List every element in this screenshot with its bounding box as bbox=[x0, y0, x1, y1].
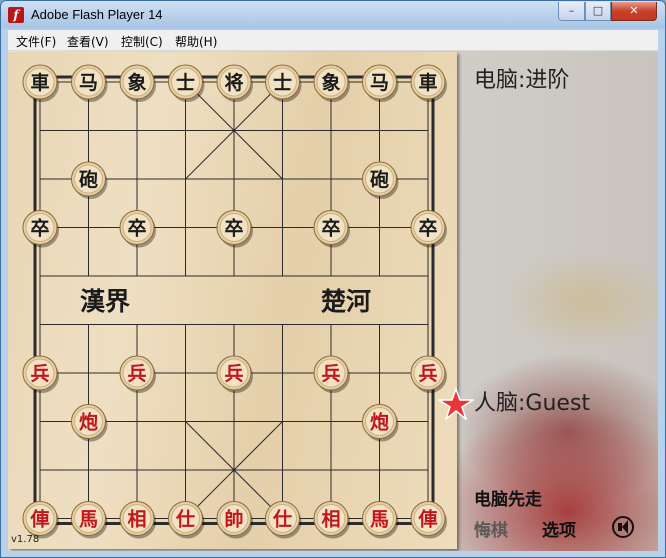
board-grid: 漢界 楚河 車 马 象 士 将 士 象 马 車砲 砲卒 卒 卒 卒 卒兵 兵 兵 兵 兵炮 炮俥 馬 相 仕 帥 仕 相 馬 俥 bbox=[22, 64, 447, 539]
black-piece[interactable]: 卒 bbox=[22, 210, 59, 248]
black-piece[interactable]: 马 bbox=[362, 64, 399, 102]
piece-label: 砲 bbox=[370, 169, 389, 191]
window-title: Adobe Flash Player 14 bbox=[31, 7, 163, 22]
black-piece[interactable]: 砲 bbox=[362, 161, 399, 199]
piece-label: 仕 bbox=[272, 508, 292, 531]
piece-label: 马 bbox=[370, 72, 389, 94]
black-piece[interactable]: 卒 bbox=[313, 210, 350, 248]
piece-label: 相 bbox=[127, 509, 146, 531]
red-piece[interactable]: 兵 bbox=[22, 355, 59, 393]
river-label-right: 楚河 bbox=[321, 287, 371, 316]
piece-label: 象 bbox=[127, 71, 146, 94]
minimize-button[interactable]: – bbox=[558, 2, 585, 21]
options-button[interactable]: 选项 bbox=[542, 516, 576, 541]
menu-view[interactable]: 查看(V) bbox=[67, 33, 109, 50]
menu-control[interactable]: 控制(C) bbox=[121, 33, 163, 50]
river-label-left: 漢界 bbox=[80, 287, 130, 316]
close-button[interactable]: ✕ bbox=[611, 2, 657, 21]
piece-label: 砲 bbox=[79, 169, 98, 191]
red-piece[interactable]: 兵 bbox=[119, 355, 156, 393]
piece-label: 馬 bbox=[79, 509, 98, 531]
piece-label: 兵 bbox=[321, 363, 340, 385]
piece-label: 炮 bbox=[79, 411, 98, 434]
piece-label: 兵 bbox=[30, 363, 49, 385]
piece-label: 車 bbox=[30, 71, 49, 94]
red-piece[interactable]: 炮 bbox=[71, 404, 108, 442]
red-piece[interactable]: 俥 bbox=[410, 501, 447, 539]
maximize-button[interactable]: □ bbox=[585, 2, 611, 21]
black-piece[interactable]: 将 bbox=[216, 64, 253, 102]
red-piece[interactable]: 炮 bbox=[362, 404, 399, 442]
menu-help[interactable]: 帮助(H) bbox=[175, 33, 217, 50]
piece-label: 士 bbox=[176, 72, 195, 94]
black-piece[interactable]: 車 bbox=[410, 64, 447, 102]
chess-board[interactable]: 漢界 楚河 車 马 象 士 将 士 象 马 車砲 砲卒 卒 卒 卒 卒兵 兵 兵 兵 兵炮 炮俥 馬 相 仕 帥 仕 相 馬 俥 bbox=[8, 52, 457, 549]
red-piece[interactable]: 兵 bbox=[216, 355, 253, 393]
red-piece[interactable]: 仕 bbox=[168, 501, 205, 539]
black-piece[interactable]: 象 bbox=[119, 64, 156, 102]
sound-toggle-icon[interactable] bbox=[612, 516, 634, 538]
red-piece[interactable]: 俥 bbox=[22, 501, 59, 539]
flash-content: 漢界 楚河 車 马 象 士 将 士 象 马 車砲 砲卒 卒 卒 卒 卒兵 兵 兵 兵 兵炮 炮俥 馬 相 仕 帥 仕 相 馬 俥 电… bbox=[8, 51, 658, 551]
piece-label: 卒 bbox=[224, 217, 243, 240]
piece-label: 馬 bbox=[370, 509, 389, 531]
piece-label: 仕 bbox=[175, 508, 195, 531]
piece-label: 兵 bbox=[224, 363, 243, 385]
piece-label: 卒 bbox=[321, 217, 340, 240]
piece-label: 马 bbox=[79, 72, 98, 94]
red-piece[interactable]: 兵 bbox=[313, 355, 350, 393]
red-piece[interactable]: 相 bbox=[119, 501, 156, 539]
menu-file[interactable]: 文件(F) bbox=[16, 33, 56, 50]
red-piece[interactable]: 馬 bbox=[362, 501, 399, 539]
title-bar[interactable]: f Adobe Flash Player 14 – □ ✕ bbox=[1, 1, 665, 30]
black-piece[interactable]: 卒 bbox=[119, 210, 156, 248]
piece-label: 象 bbox=[321, 71, 340, 94]
app-window: f Adobe Flash Player 14 – □ ✕ 文件(F) 查看(V… bbox=[0, 0, 666, 558]
piece-label: 卒 bbox=[127, 217, 146, 240]
computer-player-label: 电脑:进阶 bbox=[474, 68, 570, 93]
black-piece[interactable]: 卒 bbox=[410, 210, 447, 248]
black-piece[interactable]: 士 bbox=[168, 64, 205, 102]
black-piece[interactable]: 砲 bbox=[71, 161, 108, 199]
black-piece[interactable]: 士 bbox=[265, 64, 302, 102]
black-piece[interactable]: 马 bbox=[71, 64, 108, 102]
piece-label: 相 bbox=[321, 509, 340, 531]
red-piece[interactable]: 相 bbox=[313, 501, 350, 539]
piece-label: 炮 bbox=[370, 411, 389, 434]
piece-label: 卒 bbox=[418, 217, 437, 240]
red-piece[interactable]: 仕 bbox=[265, 501, 302, 539]
piece-label: 卒 bbox=[30, 217, 49, 240]
piece-label: 俥 bbox=[417, 508, 437, 531]
piece-label: 士 bbox=[273, 72, 292, 94]
black-piece[interactable]: 車 bbox=[22, 64, 59, 102]
version-label: v1.78 bbox=[11, 534, 40, 545]
flash-player-icon: f bbox=[8, 7, 24, 23]
black-piece[interactable]: 卒 bbox=[216, 210, 253, 248]
first-move-label[interactable]: 电脑先走 bbox=[474, 485, 542, 510]
active-turn-star-icon bbox=[438, 388, 474, 420]
human-player-label: 人脑:Guest bbox=[474, 391, 591, 416]
menu-bar: 文件(F) 查看(V) 控制(C) 帮助(H) bbox=[8, 30, 658, 51]
piece-label: 帥 bbox=[224, 508, 243, 531]
piece-label: 将 bbox=[224, 71, 243, 94]
piece-label: 兵 bbox=[418, 363, 437, 385]
black-piece[interactable]: 象 bbox=[313, 64, 350, 102]
red-piece[interactable]: 帥 bbox=[216, 501, 253, 539]
piece-label: 車 bbox=[418, 71, 437, 94]
undo-button[interactable]: 悔棋 bbox=[474, 516, 508, 541]
piece-label: 兵 bbox=[127, 363, 146, 385]
piece-label: 俥 bbox=[29, 508, 49, 531]
red-piece[interactable]: 馬 bbox=[71, 501, 108, 539]
